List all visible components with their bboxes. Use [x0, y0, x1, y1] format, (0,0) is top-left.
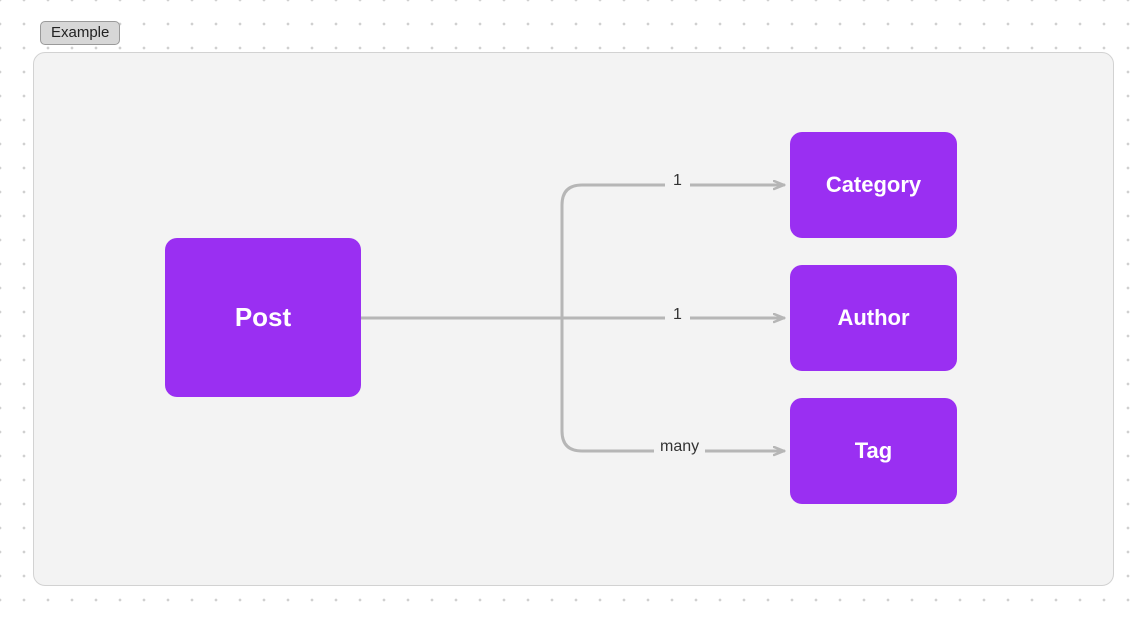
edge-label-category: 1 [665, 172, 690, 190]
entity-post: Post [165, 238, 361, 397]
entity-author: Author [790, 265, 957, 371]
entity-tag: Tag [790, 398, 957, 504]
edge-label-author: 1 [665, 306, 690, 324]
example-badge: Example [40, 21, 120, 45]
entity-tag-label: Tag [855, 438, 892, 464]
entity-category: Category [790, 132, 957, 238]
entity-category-label: Category [826, 172, 921, 198]
entity-author-label: Author [837, 305, 909, 331]
entity-post-label: Post [235, 302, 291, 333]
edge-label-tag: many [654, 438, 705, 456]
